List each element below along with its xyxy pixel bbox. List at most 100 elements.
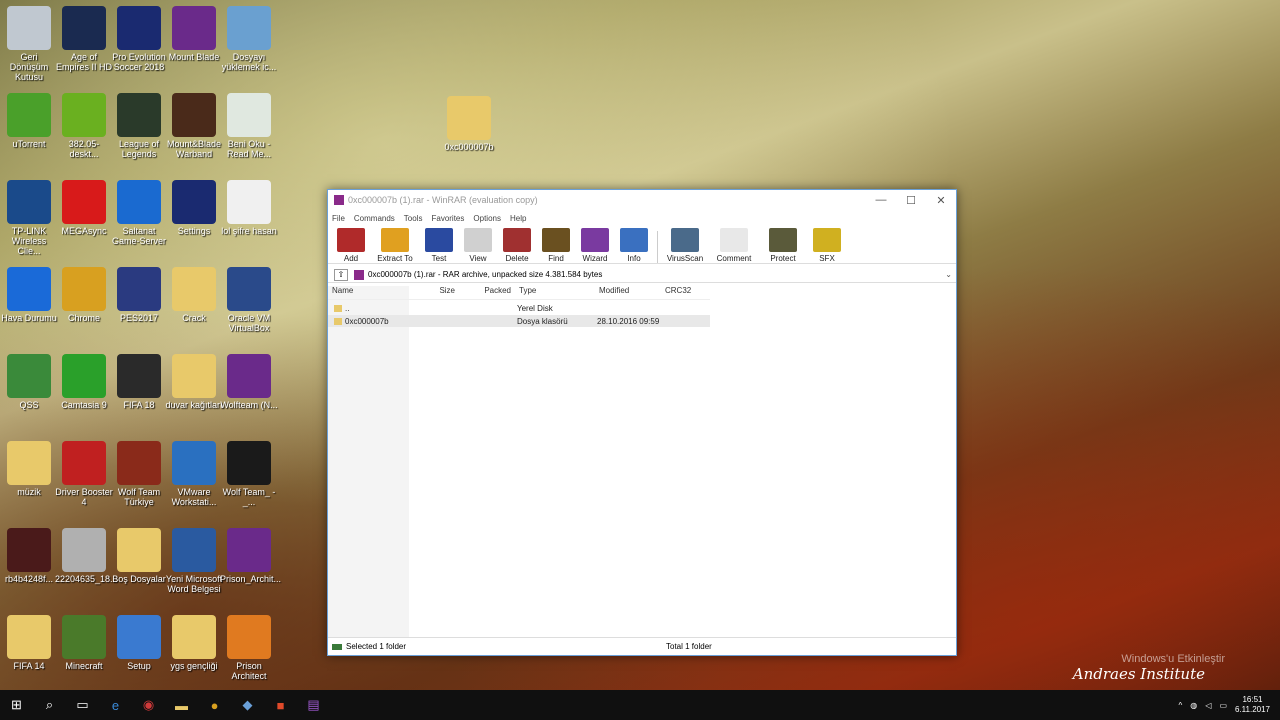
- desktop-icon[interactable]: duvar kağıtları: [165, 354, 223, 410]
- desktop-icon[interactable]: MEGAsync: [55, 180, 113, 236]
- desktop-icon[interactable]: müzik: [0, 441, 58, 497]
- chevron-down-icon[interactable]: ⌄: [945, 270, 952, 279]
- start-button[interactable]: ⊞: [0, 690, 33, 720]
- menu-help[interactable]: Help: [510, 214, 526, 223]
- winrar-taskbar-icon[interactable]: ▤: [297, 690, 330, 720]
- desktop-icon[interactable]: Dosyayı yüklemek ic...: [220, 6, 278, 72]
- protect-icon: [769, 228, 797, 252]
- list-item[interactable]: .. Yerel Disk: [328, 302, 710, 314]
- desktop-icon[interactable]: Minecraft: [55, 615, 113, 671]
- maximize-button[interactable]: ☐: [896, 194, 926, 207]
- desktop-icon[interactable]: 382.05-deskt...: [55, 93, 113, 159]
- desktop-icon[interactable]: Age of Empires II HD: [55, 6, 113, 72]
- toolbar-add-button[interactable]: Add: [332, 228, 370, 263]
- col-modified[interactable]: Modified: [595, 286, 661, 299]
- edge-icon[interactable]: e: [99, 690, 132, 720]
- toolbar-protect-button[interactable]: Protect: [759, 228, 807, 263]
- desktop-icon[interactable]: Camtasia 9: [55, 354, 113, 410]
- desktop-icon[interactable]: Beni Oku - Read Me...: [220, 93, 278, 159]
- desktop-icon[interactable]: Settings: [165, 180, 223, 236]
- desktop-icon[interactable]: Driver Booster 4: [55, 441, 113, 507]
- volume-icon[interactable]: ◁: [1205, 701, 1211, 710]
- desktop-icon[interactable]: Prison_Archit...: [220, 528, 281, 584]
- toolbar-label: Add: [343, 254, 359, 263]
- search-icon[interactable]: ⌕: [33, 690, 66, 720]
- toolbar-comment-button[interactable]: Comment: [710, 228, 758, 263]
- desktop-icon[interactable]: Boş Dosyalar: [110, 528, 168, 584]
- desktop-icon-label: PES2017: [119, 313, 159, 323]
- toolbar-delete-button[interactable]: Delete: [498, 228, 536, 263]
- clock[interactable]: 16:51 6.11.2017: [1235, 695, 1270, 715]
- col-size[interactable]: Size: [409, 286, 459, 299]
- menu-options[interactable]: Options: [473, 214, 501, 223]
- status-selected: Selected 1 folder: [346, 642, 407, 651]
- desktop-icon[interactable]: Saltanat Game-Server: [110, 180, 168, 246]
- desktop-icon-label: Age of Empires II HD: [55, 52, 112, 72]
- desktop-icon[interactable]: Wolfteam (N...: [220, 354, 278, 410]
- toolbar-extract-to-button[interactable]: Extract To: [371, 228, 419, 263]
- desktop-icon[interactable]: Crack: [165, 267, 223, 323]
- desktop-icon[interactable]: Prison Architect: [220, 615, 278, 681]
- desktop-icon[interactable]: Yeni Microsoft Word Belgesi: [165, 528, 223, 594]
- chrome-icon[interactable]: ●: [198, 690, 231, 720]
- file-explorer-icon[interactable]: ▬: [165, 690, 198, 720]
- title-bar[interactable]: 0xc000007b (1).rar - WinRAR (evaluation …: [328, 190, 956, 210]
- desktop-icon[interactable]: Setup: [110, 615, 168, 671]
- menu-commands[interactable]: Commands: [354, 214, 395, 223]
- desktop-icon[interactable]: Chrome: [55, 267, 113, 323]
- minimize-button[interactable]: —: [866, 194, 896, 207]
- desktop-icon[interactable]: League of Legends: [110, 93, 168, 159]
- desktop-icon[interactable]: uTorrent: [0, 93, 58, 149]
- desktop-icon[interactable]: FIFA 18: [110, 354, 168, 410]
- desktop-icon[interactable]: Mount&Blade Warband: [165, 93, 223, 159]
- up-folder-button[interactable]: ⇧: [334, 268, 348, 281]
- desktop-icon[interactable]: TP-LINK Wireless Clie...: [0, 180, 58, 256]
- archive-path[interactable]: 0xc000007b (1).rar - RAR archive, unpack…: [368, 270, 602, 279]
- camtasia-icon[interactable]: ■: [264, 690, 297, 720]
- desktop-icon[interactable]: PES2017: [110, 267, 168, 323]
- desktop-icon[interactable]: Wolf Team_ -_...: [220, 441, 278, 507]
- app-icon[interactable]: ◉: [132, 690, 165, 720]
- desktop-icon-label: Minecraft: [65, 661, 103, 671]
- toolbar-wizard-button[interactable]: Wizard: [576, 228, 614, 263]
- col-type[interactable]: Type: [515, 286, 595, 299]
- left-pane: [328, 286, 409, 637]
- desktop-icon[interactable]: VMware Workstati...: [165, 441, 223, 507]
- desktop-icon[interactable]: 22204635_18...: [55, 528, 118, 584]
- menu-favorites[interactable]: Favorites: [431, 214, 464, 223]
- close-button[interactable]: ✕: [926, 194, 956, 207]
- app-icon: [62, 93, 106, 137]
- desktop-icon[interactable]: Mount Blade: [165, 6, 223, 62]
- menu-tools[interactable]: Tools: [404, 214, 423, 223]
- keyboard-icon[interactable]: ▭: [1219, 701, 1227, 710]
- toolbar-view-button[interactable]: View: [459, 228, 497, 263]
- desktop-icon[interactable]: FIFA 14: [0, 615, 58, 671]
- desktop-icon[interactable]: rb4b4248f...: [0, 528, 58, 584]
- desktop-icon[interactable]: Hava Durumu: [0, 267, 58, 323]
- desktop-folder-0xc000007b[interactable]: 0xc000007b: [440, 96, 498, 152]
- desktop-icon[interactable]: Oracle VM VirtualBox: [220, 267, 278, 333]
- toolbar-info-button[interactable]: Info: [615, 228, 653, 263]
- desktop-icon[interactable]: ygs gençliği: [165, 615, 223, 671]
- toolbar-test-button[interactable]: Test: [420, 228, 458, 263]
- task-view-icon[interactable]: ▭: [66, 690, 99, 720]
- toolbar-find-button[interactable]: Find: [537, 228, 575, 263]
- desktop-icon[interactable]: Geri Dönüşüm Kutusu: [0, 6, 58, 82]
- desktop-icon[interactable]: Wolf Team Türkiye: [110, 441, 168, 507]
- col-name[interactable]: Name: [328, 286, 409, 299]
- desktop-icon-label: QSS: [19, 400, 39, 410]
- toolbar-sfx-button[interactable]: SFX: [808, 228, 846, 263]
- app-icon[interactable]: ◆: [231, 690, 264, 720]
- desktop-icon-label: Mount Blade: [168, 52, 220, 62]
- list-item[interactable]: 0xc000007b Dosya klasörü 28.10.2016 09:5…: [328, 315, 710, 327]
- chevron-up-icon[interactable]: ^: [1179, 701, 1183, 710]
- desktop-icon[interactable]: lol şifre hasan: [220, 180, 278, 236]
- menu-file[interactable]: File: [332, 214, 345, 223]
- col-packed[interactable]: Packed: [459, 286, 515, 299]
- network-icon[interactable]: ◍: [1190, 701, 1197, 710]
- toolbar-virusscan-button[interactable]: VirusScan: [661, 228, 709, 263]
- desktop-icon[interactable]: Pro Evolution Soccer 2018: [110, 6, 168, 72]
- col-crc32[interactable]: CRC32: [661, 286, 707, 299]
- desktop-icon-label: FIFA 18: [123, 400, 155, 410]
- desktop-icon[interactable]: QSS: [0, 354, 58, 410]
